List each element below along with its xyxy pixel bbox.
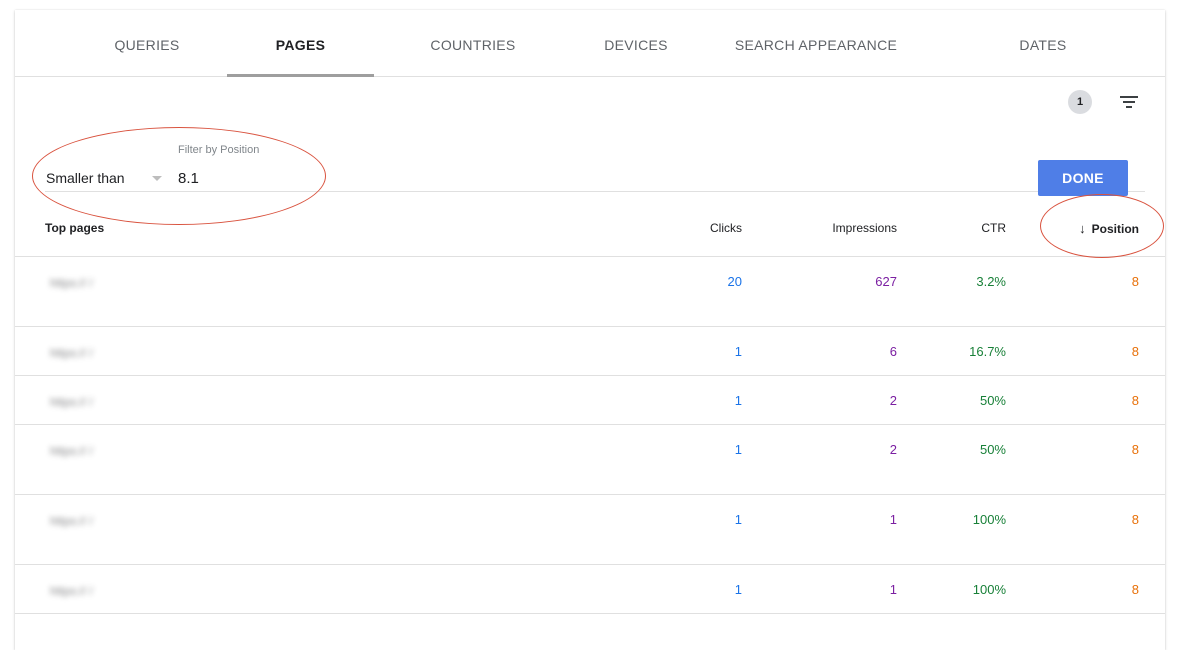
filter-label: Filter by Position bbox=[178, 144, 260, 156]
tab-devices[interactable]: DEVICES bbox=[546, 10, 726, 77]
impressions-value: 1 bbox=[889, 582, 897, 597]
impressions-value: 2 bbox=[889, 393, 897, 408]
table-row[interactable]: https:// / 1 2 50% 8 bbox=[15, 376, 1165, 425]
ctr-value: 50% bbox=[979, 442, 1006, 457]
filter-list-icon[interactable] bbox=[1117, 90, 1141, 114]
dimension-tabs: QUERIES PAGES COUNTRIES DEVICES SEARCH A… bbox=[15, 10, 1165, 77]
impressions-value: 627 bbox=[875, 274, 897, 289]
tab-queries[interactable]: QUERIES bbox=[57, 10, 237, 77]
table-row[interactable]: https:// / 1 1 100% 8 bbox=[15, 565, 1165, 614]
clicks-value: 1 bbox=[734, 512, 742, 527]
column-header-clicks[interactable]: Clicks bbox=[665, 200, 742, 257]
clicks-value: 1 bbox=[734, 582, 742, 597]
position-value: 8 bbox=[1131, 393, 1139, 408]
position-value: 8 bbox=[1131, 582, 1139, 597]
table-header: Top pages Clicks Impressions CTR ↓ Positi… bbox=[15, 200, 1165, 257]
ctr-value: 50% bbox=[979, 393, 1006, 408]
ctr-value: 16.7% bbox=[969, 344, 1006, 359]
table-row[interactable]: https:// / 1 6 16.7% 8 bbox=[15, 327, 1165, 376]
table-row[interactable]: https:// / 1 2 50% 8 bbox=[15, 425, 1165, 495]
clicks-value: 1 bbox=[734, 344, 742, 359]
table-row[interactable]: https:// / 20 627 3.2% 8 bbox=[15, 257, 1165, 327]
position-filter-editor: Filter by Position Smaller than DONE bbox=[15, 130, 1165, 200]
active-filter-count-badge: 1 bbox=[1068, 90, 1092, 114]
impressions-value: 1 bbox=[889, 512, 897, 527]
table-row[interactable]: https:// / 1 1 100% 8 bbox=[15, 495, 1165, 565]
column-header-position[interactable]: ↓ Position bbox=[1045, 200, 1139, 257]
page-url[interactable]: https:// / bbox=[50, 581, 645, 601]
tab-search-appearance[interactable]: SEARCH APPEARANCE bbox=[716, 10, 916, 77]
comparison-operator-select[interactable]: Smaller than bbox=[46, 170, 125, 186]
ctr-value: 100% bbox=[972, 582, 1006, 597]
tab-dates[interactable]: DATES bbox=[953, 10, 1133, 77]
clicks-value: 1 bbox=[734, 393, 742, 408]
ctr-value: 100% bbox=[972, 512, 1006, 527]
position-value: 8 bbox=[1131, 274, 1139, 289]
column-header-impressions[interactable]: Impressions bbox=[795, 200, 897, 257]
page-url[interactable]: https:// / bbox=[50, 392, 645, 412]
ctr-value: 3.2% bbox=[976, 274, 1006, 289]
clicks-value: 1 bbox=[734, 442, 742, 457]
position-value: 8 bbox=[1131, 344, 1139, 359]
position-value-input[interactable] bbox=[178, 167, 378, 189]
tab-pages[interactable]: PAGES bbox=[227, 10, 374, 77]
input-underline bbox=[45, 191, 1145, 192]
page-url[interactable]: https:// / bbox=[50, 343, 645, 363]
position-value: 8 bbox=[1131, 442, 1139, 457]
active-tab-indicator bbox=[227, 74, 374, 77]
column-header-ctr[interactable]: CTR bbox=[935, 200, 1006, 257]
impressions-value: 6 bbox=[889, 344, 897, 359]
done-button[interactable]: DONE bbox=[1038, 160, 1128, 196]
column-header-position-label: Position bbox=[1091, 222, 1139, 236]
column-header-top-pages: Top pages bbox=[45, 221, 105, 235]
tab-countries[interactable]: COUNTRIES bbox=[383, 10, 563, 77]
impressions-value: 2 bbox=[889, 442, 897, 457]
page-url[interactable]: https:// / bbox=[50, 273, 645, 293]
page-url[interactable]: https:// / bbox=[50, 441, 645, 461]
page-url[interactable]: https:// / bbox=[50, 511, 645, 531]
performance-card: QUERIES PAGES COUNTRIES DEVICES SEARCH A… bbox=[15, 10, 1165, 650]
arrow-down-icon: ↓ bbox=[1079, 221, 1086, 236]
clicks-value: 20 bbox=[727, 274, 742, 289]
dropdown-arrow-icon[interactable] bbox=[152, 176, 162, 181]
position-value: 8 bbox=[1131, 512, 1139, 527]
